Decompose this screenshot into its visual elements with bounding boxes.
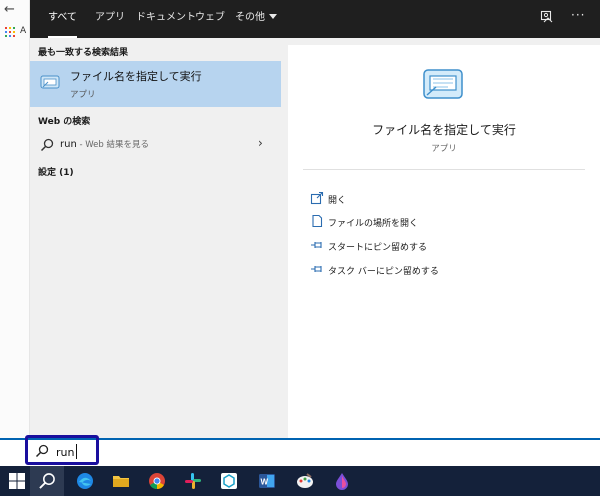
detail-subtitle: アプリ (431, 144, 457, 154)
taskbar-word[interactable]: W (250, 466, 284, 496)
tab-web[interactable]: ウェブ (195, 0, 225, 38)
tab-apps-label: アプリ (95, 12, 125, 23)
web-suffix: - Web 結果を見る (76, 140, 150, 150)
apps-grid-icon[interactable] (5, 27, 15, 37)
detail-title: ファイル名を指定して実行 (372, 123, 516, 137)
windows-logo-icon (9, 473, 25, 489)
web-query: run (60, 139, 77, 150)
taskbar-file-explorer[interactable] (104, 466, 138, 496)
detail-pane: ファイル名を指定して実行 アプリ 開く ファイルの場所を開く スタートにピン留め… (288, 45, 600, 438)
tab-more-label: その他 (235, 12, 265, 23)
results-list: 最も一致する検索結果 ファイル名を指定して実行 アプリ Web の検索 run … (30, 38, 288, 438)
best-match-title: ファイル名を指定して実行 (70, 70, 202, 83)
web-search-text: run - Web 結果を見る (60, 138, 149, 150)
tab-apps[interactable]: アプリ (95, 0, 125, 38)
folder-icon (113, 476, 129, 487)
tab-documents-label: ドキュメント (136, 12, 196, 23)
background-window: ← A (0, 0, 30, 438)
action-open-label: 開く (328, 196, 347, 206)
file-icon (312, 214, 323, 228)
search-panel: すべて アプリ ドキュメント ウェブ その他 ··· 最も一致する検索結果 ファ… (30, 0, 600, 438)
edge-icon (77, 473, 93, 489)
settings-heading[interactable]: 設定 (1) (38, 165, 74, 178)
taskbar-slack[interactable] (176, 466, 210, 496)
caret-down-icon (269, 14, 277, 19)
taskbar-drop-app[interactable] (325, 466, 359, 496)
taskbar-app-cube[interactable] (212, 466, 246, 496)
chevron-right-icon[interactable]: › (258, 136, 263, 150)
cube-app-icon (221, 473, 237, 489)
feedback-icon[interactable] (540, 10, 554, 28)
back-arrow-icon[interactable]: ← (4, 2, 15, 17)
action-open-file-location-label: ファイルの場所を開く (328, 219, 419, 229)
svg-text:W: W (261, 478, 269, 487)
pin-icon (311, 242, 322, 248)
start-button[interactable] (0, 466, 34, 496)
search-filter-bar: すべて アプリ ドキュメント ウェブ その他 ··· (30, 0, 600, 38)
taskbar-paint[interactable] (288, 466, 322, 496)
search-icon (39, 473, 55, 489)
open-icon (310, 191, 324, 205)
action-pin-taskbar-label: タスク バーにピン留めする (328, 267, 439, 277)
best-match-heading: 最も一致する検索結果 (38, 48, 129, 58)
slack-icon (185, 473, 201, 489)
drop-app-icon (336, 473, 348, 490)
paint-icon (297, 473, 313, 488)
taskbar: W (0, 466, 600, 496)
more-options-icon[interactable]: ··· (571, 8, 585, 26)
bookmark-initial: A (20, 26, 27, 36)
search-icon (40, 138, 54, 152)
annotation-highlight-box (25, 435, 99, 465)
action-pin-start-label: スタートにピン留めする (328, 243, 428, 253)
tab-more[interactable]: その他 (235, 0, 277, 38)
taskbar-chrome[interactable] (140, 466, 174, 496)
word-icon: W (259, 474, 275, 488)
divider (303, 169, 585, 170)
run-app-large-icon (423, 69, 463, 99)
tab-web-label: ウェブ (195, 12, 225, 23)
chrome-icon (149, 473, 165, 490)
run-app-icon (40, 75, 60, 89)
taskbar-edge[interactable] (68, 466, 102, 496)
pin-icon (311, 266, 322, 272)
tab-documents[interactable]: ドキュメント (136, 0, 196, 38)
best-match-subtitle: アプリ (70, 90, 96, 100)
taskbar-search-button[interactable] (30, 466, 64, 496)
best-match-item[interactable]: ファイル名を指定して実行 アプリ (30, 61, 281, 107)
tab-all[interactable]: すべて (48, 0, 77, 38)
web-search-heading: Web の検索 (38, 117, 91, 127)
tab-all-label: すべて (48, 12, 77, 23)
web-search-result[interactable]: run - Web 結果を見る › (30, 134, 281, 156)
